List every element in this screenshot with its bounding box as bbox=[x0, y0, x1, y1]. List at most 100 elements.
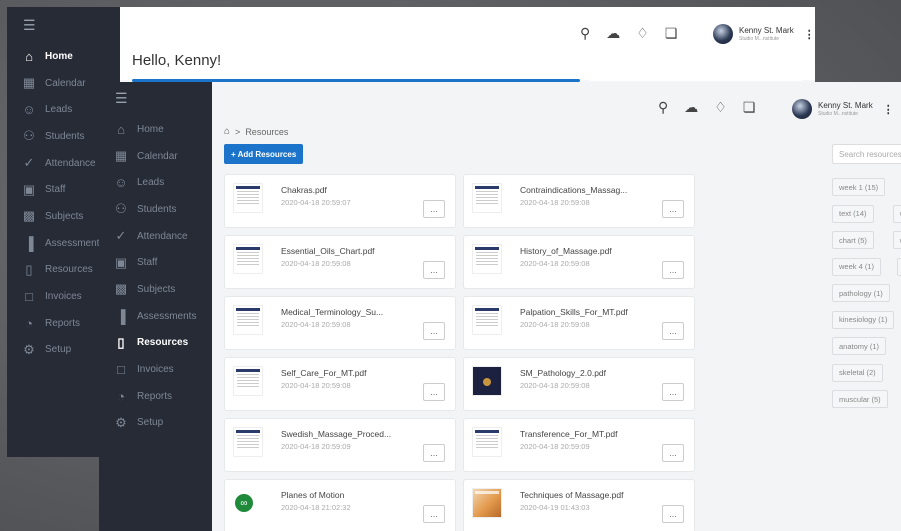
more-options-button[interactable]: … bbox=[662, 383, 684, 401]
menu-icon[interactable]: ☰ bbox=[115, 90, 128, 107]
sidebar-item-label: Students bbox=[45, 130, 85, 142]
sidebar-item-resources[interactable]: ▯ Resources bbox=[113, 330, 196, 357]
sidebar-item-students[interactable]: ⚇ Students bbox=[21, 123, 104, 150]
copy-icon[interactable]: ❏ bbox=[743, 99, 756, 116]
more-options-button[interactable]: … bbox=[423, 200, 445, 218]
resource-card[interactable]: Essential_Oils_Chart.pdf 2020-04-18 20:59… bbox=[224, 235, 456, 289]
more-options-button[interactable]: … bbox=[423, 444, 445, 462]
sidebar-item-setup[interactable]: ⚙ Setup bbox=[113, 410, 196, 437]
resource-card[interactable]: History_of_Massage.pdf 2020-04-18 20:59:0… bbox=[463, 235, 695, 289]
sidebar-item-reports[interactable]: ◔ Reports bbox=[113, 383, 196, 410]
file-name[interactable]: Essential_Oils_Chart.pdf bbox=[281, 246, 375, 256]
file-name[interactable]: Medical_Terminology_Su... bbox=[281, 307, 383, 317]
kebab-icon[interactable]: ⋮ bbox=[883, 103, 894, 116]
tag-filter[interactable]: text (14) bbox=[832, 204, 874, 223]
home-icon[interactable]: ⌂ bbox=[224, 126, 230, 137]
add-resources-button[interactable]: + Add Resources bbox=[224, 144, 304, 164]
avatar bbox=[792, 99, 812, 119]
sidebar-item-reports[interactable]: ◔ Reports bbox=[21, 310, 104, 337]
more-options-button[interactable]: … bbox=[423, 261, 445, 279]
resource-card[interactable]: Transference_For_MT.pdf 2020-04-18 20:59:… bbox=[463, 418, 695, 472]
resource-card[interactable]: Chakras.pdf 2020-04-18 20:59:07… bbox=[224, 174, 456, 228]
sidebar-item-label: Attendance bbox=[137, 230, 188, 242]
more-options-button[interactable]: … bbox=[662, 322, 684, 340]
sidebar-item-leads[interactable]: ☺ Leads bbox=[113, 169, 196, 196]
sidebar-item-leads[interactable]: ☺ Leads bbox=[21, 96, 104, 123]
tag-filter[interactable]: test (8) bbox=[897, 257, 901, 276]
more-options-button[interactable]: … bbox=[423, 322, 445, 340]
more-options-button[interactable]: … bbox=[423, 505, 445, 523]
staff-icon: ▣ bbox=[22, 181, 36, 197]
file-name[interactable]: Self_Care_For_MT.pdf bbox=[281, 368, 367, 378]
sidebar-item-home[interactable]: ⌂ Home bbox=[21, 43, 104, 70]
tag-filter[interactable]: pathology (1) bbox=[832, 284, 890, 302]
more-options-button[interactable]: … bbox=[662, 444, 684, 462]
sidebar-item-subjects[interactable]: ▩ Subjects bbox=[21, 203, 104, 230]
sidebar-item-label: Leads bbox=[137, 177, 165, 189]
resource-card[interactable]: Medical_Terminology_Su... 2020-04-18 20:5… bbox=[224, 296, 456, 350]
file-name[interactable]: Transference_For_MT.pdf bbox=[520, 429, 617, 439]
subjects-icon: ▩ bbox=[22, 208, 36, 224]
file-name[interactable]: Contraindications_Massag... bbox=[520, 185, 627, 195]
more-options-button[interactable]: … bbox=[423, 383, 445, 401]
sidebar-item-label: Reports bbox=[137, 390, 173, 402]
sidebar-item-label: Subjects bbox=[45, 210, 84, 222]
file-name[interactable]: Swedish_Massage_Proced... bbox=[281, 429, 391, 439]
sidebar-item-assessments[interactable]: ▐ Assessments bbox=[21, 230, 104, 257]
sidebar-item-calendar[interactable]: ▦ Calendar bbox=[113, 143, 196, 170]
resource-card[interactable]: Palpation_Skills_For_MT.pdf 2020-04-18 20… bbox=[463, 296, 695, 350]
tag-filter[interactable]: week 3 (2) bbox=[892, 231, 901, 249]
menu-icon[interactable]: ☰ bbox=[23, 17, 36, 34]
resource-card[interactable]: SM_Pathology_2.0.pdf 2020-04-18 20:59:08… bbox=[463, 357, 695, 411]
file-thumbnail bbox=[233, 427, 263, 457]
tag-filter[interactable]: muscular (5) bbox=[832, 390, 888, 408]
copy-icon[interactable]: ❏ bbox=[665, 25, 678, 42]
more-options-button[interactable]: … bbox=[662, 505, 684, 523]
sidebar-item-invoices[interactable]: □ Invoices bbox=[113, 356, 196, 383]
search-icon[interactable]: ⚲ bbox=[580, 25, 590, 42]
file-name[interactable]: Techniques of Massage.pdf bbox=[520, 490, 623, 500]
search-icon[interactable]: ⚲ bbox=[658, 99, 668, 116]
resource-card[interactable]: Self_Care_For_MT.pdf 2020-04-18 20:59:08… bbox=[224, 357, 456, 411]
file-name[interactable]: Planes of Motion bbox=[281, 490, 344, 500]
resource-card[interactable]: Contraindications_Massag... 2020-04-18 20… bbox=[463, 174, 695, 228]
tag-filter[interactable]: skeletal (2) bbox=[832, 363, 883, 382]
file-name[interactable]: History_of_Massage.pdf bbox=[520, 246, 612, 256]
tag-filter[interactable]: week 1 (15) bbox=[832, 178, 886, 196]
tag-filter[interactable]: week 2 (3) bbox=[892, 204, 901, 223]
sidebar-item-home[interactable]: ⌂ Home bbox=[113, 116, 196, 143]
sidebar-item-resources[interactable]: ▯ Resources bbox=[21, 257, 104, 284]
sidebar-item-invoices[interactable]: □ Invoices bbox=[21, 283, 104, 310]
file-name[interactable]: Palpation_Skills_For_MT.pdf bbox=[520, 307, 628, 317]
bell-icon[interactable]: ♢ bbox=[714, 99, 727, 116]
file-name[interactable]: Chakras.pdf bbox=[281, 185, 327, 195]
resource-card[interactable]: Swedish_Massage_Proced... 2020-04-18 20:5… bbox=[224, 418, 456, 472]
user-name: Kenny St. Mark bbox=[739, 25, 794, 35]
sidebar-item-calendar[interactable]: ▦ Calendar bbox=[21, 70, 104, 97]
resource-card[interactable]: Techniques of Massage.pdf 2020-04-19 01:4… bbox=[463, 479, 695, 531]
sidebar-item-subjects[interactable]: ▩ Subjects bbox=[113, 276, 196, 303]
sidebar-item-setup[interactable]: ⚙ Setup bbox=[21, 337, 104, 364]
sidebar-item-students[interactable]: ⚇ Students bbox=[113, 196, 196, 223]
sidebar-item-attendance[interactable]: ✓ Attendance bbox=[113, 223, 196, 250]
more-options-button[interactable]: … bbox=[662, 261, 684, 279]
kebab-icon[interactable]: ⋮ bbox=[804, 28, 815, 41]
tag-filter[interactable]: anatomy (1) bbox=[832, 337, 887, 355]
sidebar-item-assessments[interactable]: ▐ Assessments bbox=[113, 303, 196, 330]
tag-filter[interactable]: kinesiology (1) bbox=[832, 310, 895, 329]
resource-card[interactable]: ∞ Planes of Motion 2020-04-18 21:02:32… bbox=[224, 479, 456, 531]
user-menu[interactable]: Kenny St. Mark Studio M...nstitute ⋮ bbox=[792, 99, 894, 119]
tag-filter[interactable]: week 4 (1) bbox=[832, 257, 882, 276]
sidebar-item-staff[interactable]: ▣ Staff bbox=[113, 249, 196, 276]
sidebar-item-staff[interactable]: ▣ Staff bbox=[21, 176, 104, 203]
sidebar-item-attendance[interactable]: ✓ Attendance bbox=[21, 150, 104, 177]
more-options-button[interactable]: … bbox=[662, 200, 684, 218]
sidebar-item-label: Leads bbox=[45, 104, 73, 116]
file-name[interactable]: SM_Pathology_2.0.pdf bbox=[520, 368, 606, 378]
search-resources-input[interactable] bbox=[832, 144, 901, 164]
cloud-icon[interactable]: ☁ bbox=[606, 25, 620, 42]
cloud-icon[interactable]: ☁ bbox=[684, 99, 698, 116]
tag-filter[interactable]: chart (5) bbox=[832, 231, 874, 249]
user-menu[interactable]: Kenny St. Mark Studio M...nstitute ⋮ bbox=[713, 24, 815, 44]
bell-icon[interactable]: ♢ bbox=[636, 25, 649, 42]
